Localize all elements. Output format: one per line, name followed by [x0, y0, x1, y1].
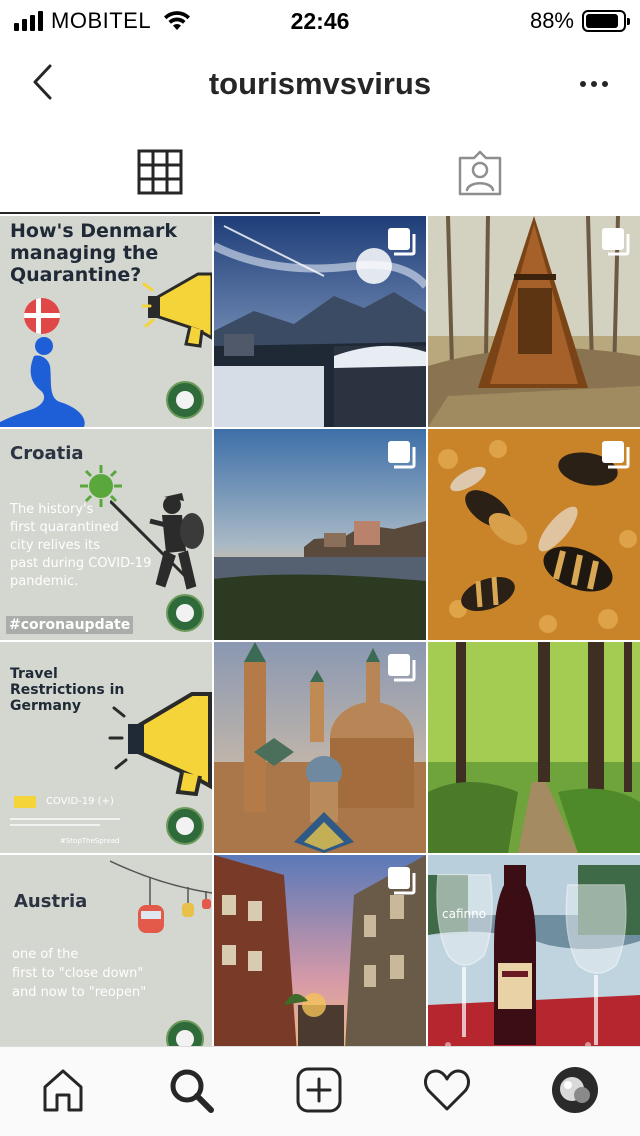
post-tile[interactable]: How's Denmark managing the Quarantine?	[0, 216, 212, 427]
post-body-line: first to "close down"	[12, 966, 144, 981]
glass-logo-text: cafinno	[442, 907, 487, 921]
add-post-icon	[296, 1067, 342, 1113]
legend-swatch	[14, 796, 36, 808]
tab-tagged[interactable]	[320, 132, 640, 214]
search-icon	[170, 1069, 214, 1113]
status-bar: MOBITEL 22:46 88%	[0, 0, 640, 40]
post-tile[interactable]	[214, 642, 426, 853]
megaphone-icon	[108, 692, 212, 796]
post-body-line: one of the	[12, 947, 79, 962]
multiple-photos-icon	[602, 228, 630, 256]
post-hashtag: #StopTheSpread	[60, 837, 120, 845]
status-right: 88%	[529, 8, 630, 34]
home-icon	[43, 1069, 83, 1112]
wine-glasses-photo	[428, 855, 640, 1046]
fine-print	[10, 824, 100, 826]
search-button[interactable]	[164, 1063, 218, 1117]
post-tile[interactable]: cafinno	[428, 855, 640, 1046]
cable-car-icon	[110, 860, 212, 933]
post-body: one of the first to "close down" and now…	[12, 945, 146, 1002]
post-tile[interactable]	[428, 216, 640, 427]
nav-header: tourismvsvirus	[0, 44, 640, 124]
post-tile[interactable]	[428, 429, 640, 640]
tagged-person-icon	[458, 150, 502, 196]
posts-grid: How's Denmark managing the Quarantine? C…	[0, 216, 640, 1046]
multiple-photos-icon	[388, 867, 416, 895]
denmark-flag-icon	[24, 298, 60, 334]
post-tile[interactable]: Croatia The history's first quarantined …	[0, 429, 212, 640]
warrior-icon	[110, 493, 204, 590]
post-tile[interactable]	[214, 429, 426, 640]
bottom-tab-bar	[0, 1046, 640, 1136]
profile-avatar	[552, 1067, 598, 1113]
multiple-photos-icon	[388, 441, 416, 469]
seal-logo	[166, 594, 204, 632]
post-tile[interactable]	[428, 642, 640, 853]
tab-grid[interactable]	[0, 132, 320, 214]
battery-icon	[582, 10, 630, 32]
new-post-button[interactable]	[292, 1063, 346, 1117]
seal-logo	[166, 381, 204, 419]
battery-percent: 88%	[529, 8, 574, 33]
heart-icon	[424, 1069, 470, 1111]
home-button[interactable]	[36, 1063, 90, 1117]
multiple-photos-icon	[602, 441, 630, 469]
more-options-button[interactable]	[570, 64, 618, 104]
profile-tabs	[0, 132, 640, 216]
legend-label: COVID-19 (+)	[46, 796, 114, 807]
profile-button[interactable]	[548, 1063, 602, 1117]
mermaid-statue-icon	[0, 337, 85, 427]
seal-logo	[166, 807, 204, 845]
seal-logo	[166, 1020, 204, 1046]
more-horizontal-icon	[580, 81, 586, 87]
post-tile[interactable]: Travel Restrictions in Germany COVID-19 …	[0, 642, 212, 853]
page-title: tourismvsvirus	[208, 66, 432, 101]
post-tile[interactable]	[214, 216, 426, 427]
post-tile[interactable]	[214, 855, 426, 1046]
post-hashtag: #coronaupdate	[6, 616, 134, 634]
multiple-photos-icon	[388, 654, 416, 682]
fine-print	[10, 818, 120, 820]
post-title: Croatia	[10, 443, 84, 464]
post-body-line: and now to "reopen"	[12, 985, 147, 1000]
post-title: Austria	[14, 891, 88, 912]
multiple-photos-icon	[388, 228, 416, 256]
forest-path-photo	[428, 642, 640, 853]
post-tile[interactable]: Austria one of the first to "close down"…	[0, 855, 212, 1046]
activity-button[interactable]	[420, 1063, 474, 1117]
megaphone-icon	[142, 272, 212, 348]
grid-icon	[137, 149, 183, 195]
